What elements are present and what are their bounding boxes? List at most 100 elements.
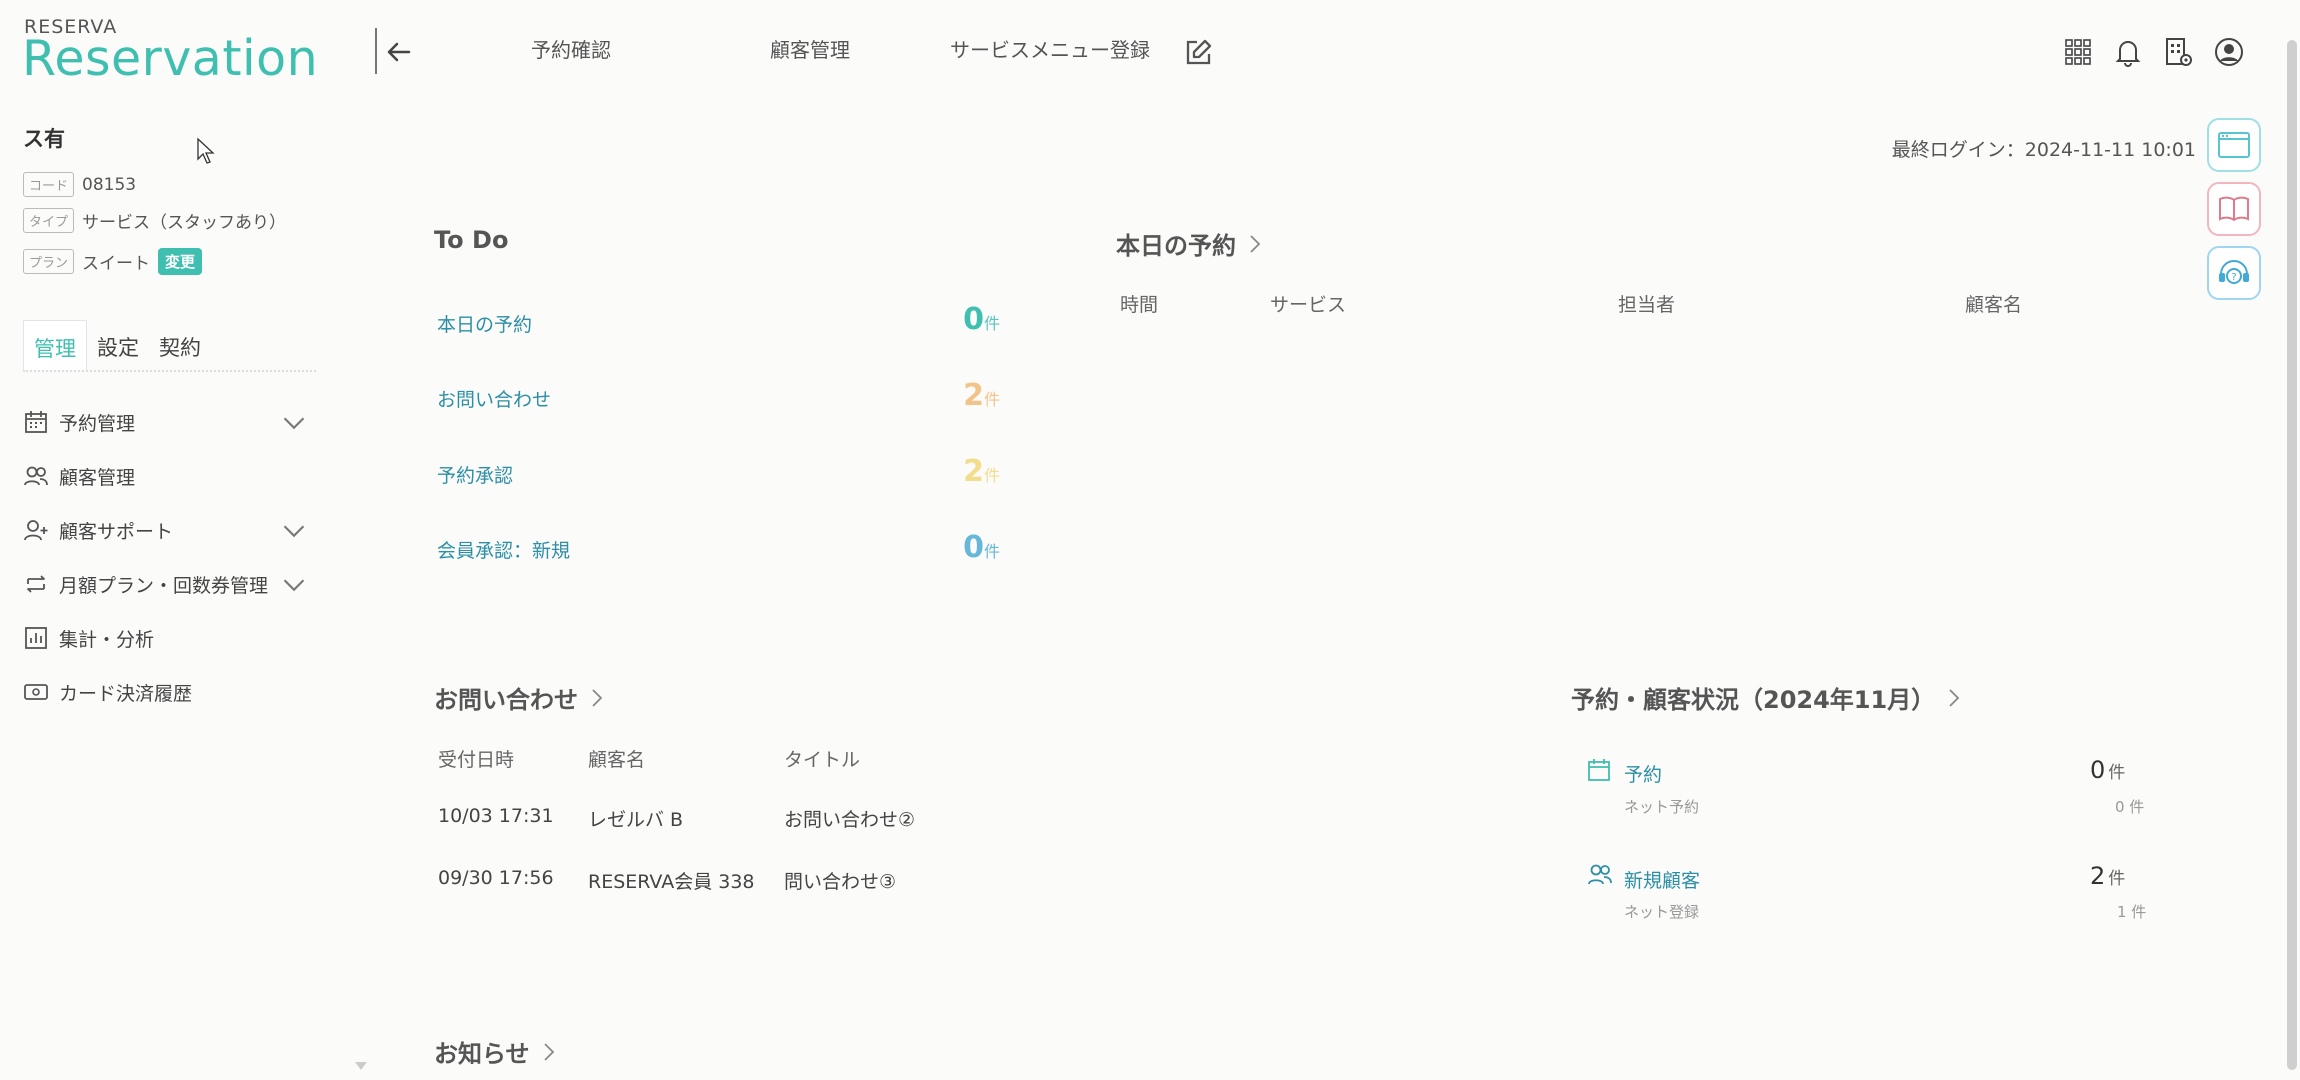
todo-count-row: 0 件 [924,302,1000,337]
sidebar-item-label: カード決済履歴 [59,682,193,705]
account-name: ス有 [23,127,65,151]
inquiry-row-title[interactable]: 問い合わせ③ [784,867,896,894]
todo-unit: 件 [984,542,1001,561]
nav-reservation-check[interactable]: 予約確認 [531,34,611,63]
today-header-time: 時間 [1120,294,1159,316]
today-header-staff: 担当者 [1618,294,1676,316]
today-reservations-title[interactable]: 本日の予約 [1116,226,1264,261]
chevron-down-icon[interactable] [281,518,307,544]
brand-logo[interactable]: Reservation [22,30,318,87]
user-circle-icon[interactable] [2213,36,2245,68]
user-plus-icon [24,520,48,541]
users-icon [1588,864,1612,885]
todo-unit: 件 [984,390,1001,409]
todo-item-reservation-approval[interactable]: 予約承認 [437,461,513,488]
status-new-customers-link[interactable]: 新規顧客 [1624,866,1700,893]
tab-management[interactable]: 管理 [23,320,87,370]
account-type: サービス（スタッフあり） [82,213,287,233]
sidebar-item-customer-management[interactable]: 顧客管理 [23,456,323,496]
building-gear-icon[interactable] [2162,36,2194,68]
nav-service-menu-register[interactable]: サービスメニュー登録 [950,34,1150,63]
nav-customer-management[interactable]: 顧客管理 [770,34,850,63]
today-header-service: サービス [1270,294,1347,316]
inquiries-title-text: お問い合わせ [434,686,578,714]
sidebar-divider [375,28,377,74]
account-plan-row: プラン スイート 変更 [23,248,203,275]
sidebar-item-reservation-management[interactable]: 予約管理 [23,402,323,442]
status-reservations-count: 0 [2090,756,2106,784]
inquiry-row-date[interactable]: 10/03 17:31 [438,805,554,827]
sidebar-item-analytics[interactable]: 集計・分析 [23,618,323,658]
chevron-right-icon [1250,234,1261,253]
status-new-customers-count: 2 [2090,862,2106,890]
notice-title[interactable]: お知らせ [434,1034,558,1069]
back-arrow-icon[interactable] [383,36,415,68]
todo-count: 0 [963,302,984,337]
sidebar-item-subscription-management[interactable]: 月額プラン・回数券管理 [23,564,323,604]
type-tag: タイプ [23,208,75,233]
page-scrollbar-thumb[interactable] [2287,40,2297,1070]
browser-window-icon [2218,132,2250,158]
status-title[interactable]: 予約・顧客状況（2024年11月） [1571,680,1963,715]
todo-unit: 件 [984,314,1001,333]
card-icon [24,684,48,700]
inquiry-row-date[interactable]: 09/30 17:56 [438,867,554,889]
chevron-down-icon[interactable] [281,572,307,598]
manual-book-button[interactable] [2207,182,2261,236]
today-header-customer: 顧客名 [1965,294,2023,316]
status-new-customers-subcount: 1 件 [2117,903,2147,921]
inquiry-row-title[interactable]: お問い合わせ② [784,805,915,832]
todo-count: 2 [963,378,984,413]
svg-text:?: ? [2231,272,2236,283]
sidebar-item-label: 予約管理 [59,412,136,435]
chevron-right-icon [1949,688,1960,707]
todo-count-row: 2 件 [924,454,1000,489]
tab-contract[interactable]: 契約 [149,320,211,370]
today-reservations-title-text: 本日の予約 [1116,232,1236,260]
sidebar-scroll-down-icon[interactable] [354,1060,368,1072]
book-icon [2219,196,2249,222]
sidebar-item-label: 顧客管理 [59,466,136,489]
inquiries-header-title: タイトル [784,749,861,771]
help-headset-icon: ? [2219,260,2249,284]
account-code: 08153 [82,174,137,195]
support-help-button[interactable]: ? [2207,246,2261,300]
inquiry-row-customer[interactable]: RESERVA会員 338 [588,867,755,894]
todo-item-today-reservations[interactable]: 本日の予約 [437,310,532,337]
sidebar-item-label: 集計・分析 [59,628,155,651]
plan-change-button[interactable]: 変更 [158,248,203,275]
inquiries-header-customer: 顧客名 [588,749,646,771]
users-icon [24,466,48,486]
apps-grid-icon[interactable] [2062,36,2094,68]
tab-settings[interactable]: 設定 [87,320,149,370]
last-login: 最終ログイン：2024-11-11 10:01 [1891,139,2196,161]
status-num-row: 0 件 [2090,756,2125,784]
sidebar-item-card-payment-history[interactable]: カード決済履歴 [23,672,323,712]
account-plan: スイート [82,254,151,274]
todo-item-inquiries[interactable]: お問い合わせ [437,385,551,412]
bell-icon[interactable] [2112,36,2144,68]
todo-title: To Do [434,226,509,254]
status-num-row: 2 件 [2090,862,2125,890]
browser-window-button[interactable] [2207,118,2261,172]
mouse-pointer-icon [197,137,215,164]
inquiries-title[interactable]: お問い合わせ [434,680,606,715]
status-reservations-link[interactable]: 予約 [1624,760,1662,787]
status-unit: 件 [2108,869,2126,889]
status-unit: 件 [2108,763,2126,783]
calendar-icon [1588,759,1610,781]
status-title-text: 予約・顧客状況（2024年11月） [1571,686,1936,714]
todo-item-member-approval[interactable]: 会員承認：新規 [437,536,570,563]
status-reservations-sub: ネット予約 [1624,798,1700,816]
code-tag: コード [23,172,75,197]
chevron-right-icon [592,688,603,707]
inquiry-row-customer[interactable]: レゼルバ B [588,805,683,832]
sidebar-tabs: 管理 設定 契約 [23,320,316,372]
todo-count-row: 2 件 [924,378,1000,413]
todo-unit: 件 [984,466,1001,485]
todo-count: 0 [963,530,984,565]
chevron-down-icon[interactable] [281,410,307,436]
edit-icon[interactable] [1183,38,1213,68]
sidebar-item-customer-support[interactable]: 顧客サポート [23,510,323,550]
notice-title-text: お知らせ [434,1040,530,1068]
